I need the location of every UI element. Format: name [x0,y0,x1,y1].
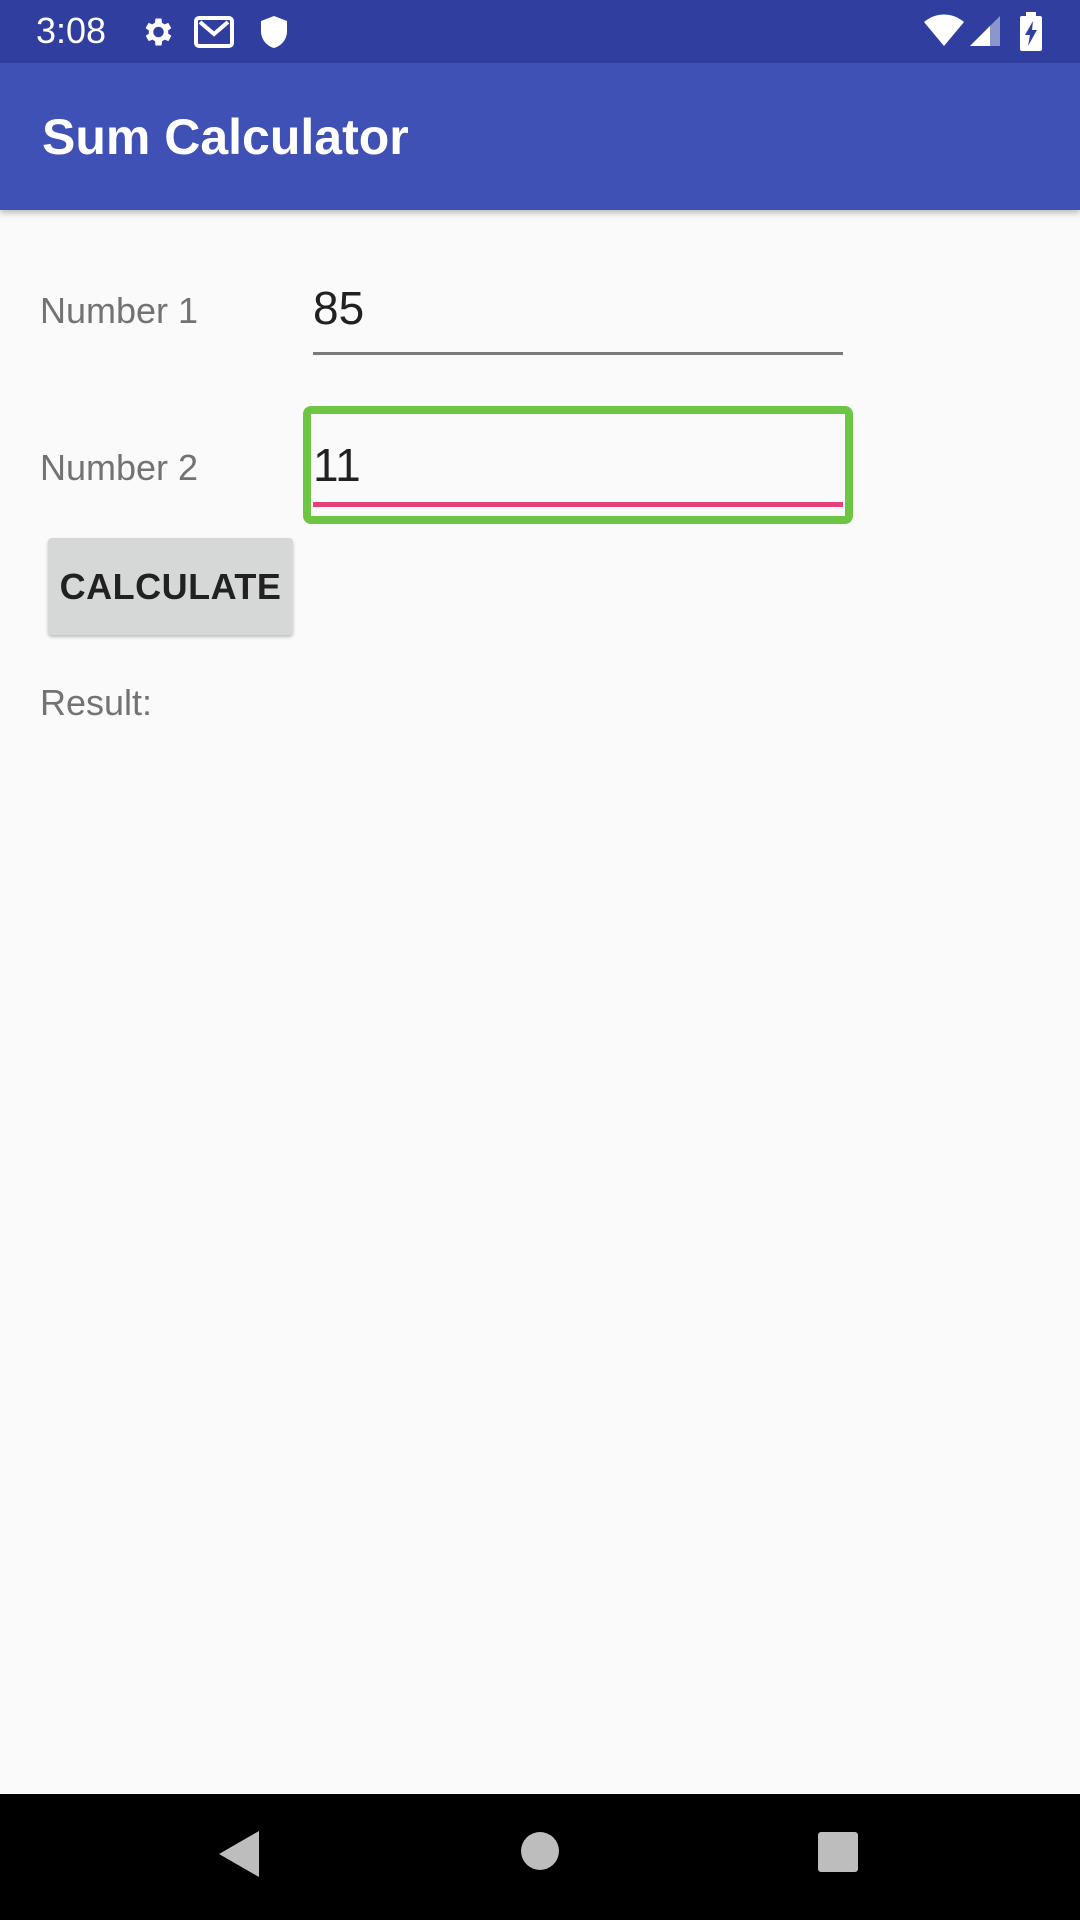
status-time: 3:08 [36,10,107,51]
status-bar: 3:08 [0,0,1080,63]
settings-icon [139,14,175,50]
app-bar: Sum Calculator [0,63,1080,210]
battery-charging-icon [1019,12,1043,52]
calculate-button[interactable]: CALCULATE [48,538,293,635]
nav-bar [0,1794,1080,1920]
number2-value[interactable]: 11 [313,437,843,493]
number1-underline [313,352,843,355]
number2-underline [313,502,843,507]
recents-icon[interactable] [817,1831,859,1873]
app-title: Sum Calculator [42,109,409,165]
number1-field[interactable]: 85 [313,280,843,355]
number2-field[interactable]: 11 [313,437,843,507]
gmail-icon [194,14,234,50]
number2-label: Number 2 [40,447,199,488]
home-icon[interactable] [520,1831,560,1871]
back-icon[interactable] [217,1829,261,1879]
number1-value[interactable]: 85 [313,280,843,336]
result-label: Result: [40,682,153,723]
shield-icon [259,14,289,50]
cell-signal-icon [968,14,1002,48]
number1-label: Number 1 [40,290,199,331]
wifi-icon [922,14,966,48]
